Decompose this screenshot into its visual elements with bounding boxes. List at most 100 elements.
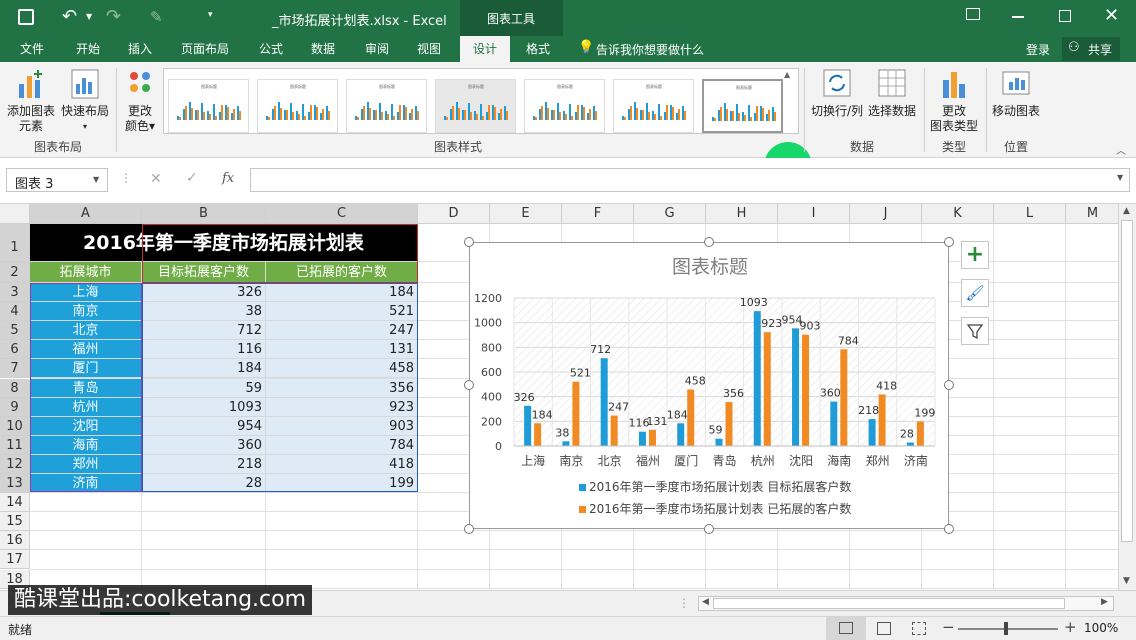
chart-style-thumbnail[interactable]: 图表标题 — [257, 79, 338, 133]
ribbon-display-icon[interactable] — [966, 8, 980, 20]
bar-series-2[interactable] — [687, 389, 695, 446]
resize-handle[interactable] — [944, 237, 954, 247]
column-header[interactable]: G — [634, 204, 706, 224]
row-header[interactable]: 7 — [0, 359, 30, 379]
tab-format[interactable]: 格式 — [514, 36, 562, 62]
tell-me-input[interactable]: 告诉我你想要做什么 — [596, 41, 704, 58]
row-header[interactable]: 6 — [0, 340, 30, 360]
resize-handle[interactable] — [464, 237, 474, 247]
zoom-in-icon[interactable]: + — [1064, 618, 1077, 636]
bar-series-1[interactable] — [753, 311, 761, 446]
bar-series-2[interactable] — [916, 421, 924, 446]
format-painter-icon[interactable]: ✎ — [150, 8, 163, 26]
bar-series-1[interactable] — [562, 441, 570, 446]
column-header[interactable]: M — [1066, 204, 1120, 224]
tab-file[interactable]: 文件 — [8, 36, 56, 62]
bar-series-2[interactable] — [802, 334, 810, 446]
column-header[interactable]: A — [30, 204, 142, 224]
scroll-right-icon[interactable]: ▶ — [1101, 597, 1108, 607]
cancel-icon[interactable]: ✕ — [150, 171, 162, 187]
move-chart-button[interactable]: 移动图表 — [988, 68, 1044, 119]
chart-elements-button[interactable]: + — [961, 241, 989, 269]
vertical-scrollbar[interactable]: ▲ ▼ — [1118, 204, 1136, 590]
row-header[interactable]: 15 — [0, 512, 30, 532]
scroll-down-icon[interactable]: ▼ — [1123, 576, 1130, 586]
select-data-button[interactable]: 选择数据 — [866, 68, 918, 119]
expand-formula-bar-icon[interactable]: ▼ — [1117, 173, 1123, 182]
horizontal-scrollbar[interactable]: ◀ ▶ — [698, 596, 1114, 611]
row-header[interactable]: 13 — [0, 474, 30, 494]
bar-series-1[interactable] — [638, 431, 646, 446]
bar-series-1[interactable] — [792, 328, 800, 446]
normal-view-button[interactable] — [826, 617, 866, 640]
column-header[interactable]: I — [778, 204, 850, 224]
bar-series-1[interactable] — [868, 419, 876, 446]
column-header[interactable]: B — [142, 204, 266, 224]
column-header[interactable]: J — [850, 204, 922, 224]
bar-series-2[interactable] — [610, 415, 618, 446]
resize-handle[interactable] — [704, 237, 714, 247]
column-header[interactable]: K — [922, 204, 994, 224]
name-box-dropdown-icon[interactable]: ▼ — [93, 175, 99, 184]
scroll-up-icon[interactable]: ▲ — [1123, 206, 1130, 216]
chart-styles-button[interactable]: 🖌 — [961, 279, 989, 307]
vertical-scroll-thumb[interactable] — [1121, 220, 1133, 542]
bar-series-1[interactable] — [715, 438, 723, 446]
resize-handle[interactable] — [464, 380, 474, 390]
row-header[interactable]: 8 — [0, 378, 30, 398]
zoom-out-icon[interactable]: − — [942, 618, 955, 636]
maximize-icon[interactable] — [1059, 10, 1071, 22]
row-header[interactable]: 4 — [0, 302, 30, 322]
row-header[interactable]: 9 — [0, 397, 30, 417]
chart-style-thumbnail[interactable]: 图表标题 — [524, 79, 605, 133]
sheet-header-cell[interactable]: 拓展城市 — [30, 262, 142, 283]
formula-input[interactable] — [250, 168, 1130, 192]
tab-design[interactable]: 设计 — [460, 36, 510, 62]
horizontal-scroll-thumb[interactable] — [713, 598, 1065, 609]
tab-view[interactable]: 视图 — [406, 36, 452, 62]
customize-qat-icon[interactable]: ▾ — [208, 10, 213, 20]
redo-icon[interactable]: ↷ — [106, 6, 121, 27]
legend-label[interactable]: 2016年第一季度市场拓展计划表 已拓展的客户数 — [589, 501, 851, 516]
resize-handle[interactable] — [704, 524, 714, 534]
undo-icon[interactable]: ↶ — [62, 6, 77, 27]
bar-series-2[interactable] — [878, 394, 886, 446]
minimize-icon[interactable] — [1012, 16, 1024, 18]
row-header[interactable]: 2 — [0, 262, 30, 283]
resize-handle[interactable] — [944, 380, 954, 390]
row-header[interactable]: 3 — [0, 283, 30, 303]
bar-series-2[interactable] — [572, 381, 580, 446]
bar-series-1[interactable] — [677, 423, 685, 446]
chart-object[interactable]: 图表标题 0 200 400 600 800 1000 1200 326 184 上海 38 521 南京… — [469, 242, 949, 529]
chart-styles-gallery[interactable]: 图表标题 图表标题 图表标题 图表标题 图表标题 图表标题 图表标题 — [163, 68, 799, 134]
collapse-ribbon-icon[interactable]: ︿ — [1116, 142, 1126, 157]
resize-handle[interactable] — [464, 524, 474, 534]
change-chart-type-button[interactable]: 更改 图表类型 — [926, 68, 982, 134]
row-header[interactable]: 14 — [0, 493, 30, 513]
gallery-scroll-up-icon[interactable]: ▲ — [784, 70, 790, 79]
quick-layout-button[interactable]: 快速布局 ▾ — [60, 68, 110, 134]
tab-review[interactable]: 审阅 — [354, 36, 400, 62]
save-icon[interactable] — [18, 9, 34, 25]
share-button[interactable]: ⚇ 共享 — [1062, 37, 1120, 61]
bar-series-2[interactable] — [763, 332, 771, 446]
login-link[interactable]: 登录 — [1026, 41, 1050, 58]
bar-series-1[interactable] — [906, 442, 914, 446]
insert-function-icon[interactable]: fx — [222, 171, 234, 186]
tab-home[interactable]: 开始 — [64, 36, 112, 62]
change-colors-button[interactable]: 更改 颜色▾ — [120, 68, 160, 134]
bar-series-2[interactable] — [840, 349, 848, 446]
zoom-slider-track[interactable] — [958, 628, 1058, 630]
add-chart-element-button[interactable]: 添加图表 元素 — [4, 68, 58, 134]
resize-handle[interactable] — [944, 524, 954, 534]
row-header[interactable]: 16 — [0, 531, 30, 551]
row-header[interactable]: 11 — [0, 435, 30, 455]
close-icon[interactable]: ✕ — [1104, 5, 1119, 26]
row-header[interactable]: 17 — [0, 550, 30, 570]
zoom-slider-thumb[interactable] — [1004, 622, 1008, 635]
tab-page-layout[interactable]: 页面布局 — [172, 36, 238, 62]
switch-row-column-button[interactable]: 切换行/列 — [808, 68, 866, 119]
enter-icon[interactable]: ✓ — [186, 170, 198, 186]
chart-title[interactable]: 图表标题 — [672, 256, 748, 278]
bar-series-2[interactable] — [725, 402, 733, 446]
